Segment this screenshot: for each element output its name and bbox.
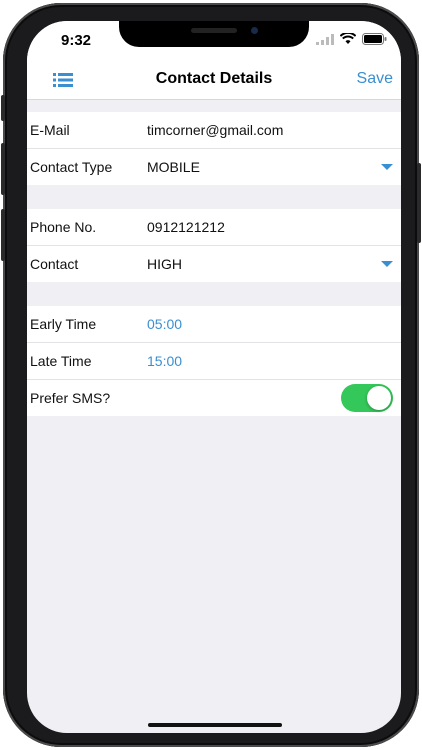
volume-down-button [1, 209, 5, 261]
chevron-down-icon[interactable] [381, 164, 393, 170]
mute-switch [1, 95, 5, 121]
notch [119, 21, 309, 47]
side-button [417, 163, 421, 243]
volume-up-button [1, 143, 5, 195]
toggle-knob[interactable] [367, 386, 391, 410]
contact-type-row[interactable]: Contact Type MOBILE [27, 149, 401, 185]
wifi-icon [340, 33, 356, 44]
early-time-picker[interactable]: 05:00 [147, 316, 182, 332]
contact-type-label: Contact Type [30, 159, 113, 175]
page-title: Contact Details [155, 70, 273, 87]
late-time-label: Late Time [30, 353, 92, 369]
signal-icon [316, 33, 334, 45]
phone-label: Phone No. [30, 219, 97, 235]
screen: 9:32 Contact Details Save E-Mail timcorn… [27, 21, 401, 733]
phone-row[interactable]: Phone No. 0912121212 [27, 209, 401, 246]
early-time-label: Early Time [30, 316, 97, 332]
email-label: E-Mail [30, 122, 70, 138]
time-group: Early Time 05:00 Late Time 15:00 Prefer … [27, 306, 401, 416]
save-button[interactable]: Save [357, 70, 393, 88]
phone-field[interactable]: 0912121212 [147, 219, 225, 235]
contact-priority-select[interactable]: HIGH [147, 256, 182, 272]
status-icons [316, 33, 387, 45]
prefer-sms-row: Prefer SMS? [27, 380, 401, 416]
contact-priority-row[interactable]: Contact HIGH [27, 246, 401, 282]
chevron-down-icon[interactable] [381, 261, 393, 267]
battery-icon [362, 33, 387, 45]
home-indicator[interactable] [148, 723, 282, 727]
late-time-picker[interactable]: 15:00 [147, 353, 182, 369]
speaker [191, 28, 237, 33]
front-camera [251, 27, 258, 34]
contact-type-select[interactable]: MOBILE [147, 159, 200, 175]
status-time: 9:32 [61, 32, 92, 49]
email-row[interactable]: E-Mail timcorner@gmail.com [27, 112, 401, 149]
email-field[interactable]: timcorner@gmail.com [147, 122, 283, 138]
phone-frame: 9:32 Contact Details Save E-Mail timcorn… [1, 3, 421, 747]
prefer-sms-toggle[interactable] [341, 384, 393, 412]
prefer-sms-label: Prefer SMS? [30, 390, 111, 406]
nav-bar: Contact Details Save [27, 61, 401, 100]
late-time-row[interactable]: Late Time 15:00 [27, 343, 401, 380]
early-time-row[interactable]: Early Time 05:00 [27, 306, 401, 343]
phone-group: Phone No. 0912121212 Contact HIGH [27, 209, 401, 282]
email-group: E-Mail timcorner@gmail.com Contact Type … [27, 112, 401, 185]
contact-priority-label: Contact [30, 256, 79, 272]
